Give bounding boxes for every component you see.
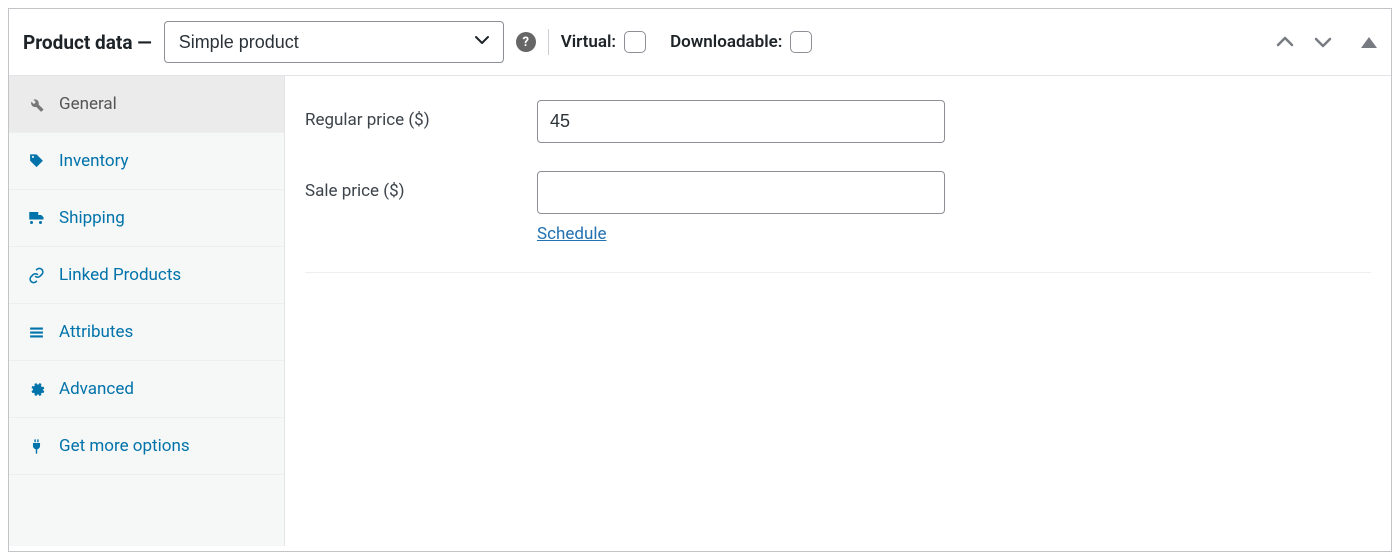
tab-label: Get more options — [59, 436, 190, 456]
tab-label: Linked Products — [59, 265, 181, 285]
regular-price-label: Regular price ($) — [305, 100, 537, 130]
tab-general[interactable]: General — [9, 76, 284, 133]
tab-label: General — [59, 94, 117, 114]
move-down-button[interactable] — [1309, 28, 1337, 56]
product-data-panel: Product data — Simple product ? Virtual:… — [8, 8, 1392, 552]
product-type-select[interactable]: Simple product — [164, 21, 504, 63]
sale-price-input[interactable] — [537, 171, 945, 214]
tab-attributes[interactable]: Attributes — [9, 304, 284, 361]
panel-title: Product data — — [23, 31, 152, 54]
tab-linked-products[interactable]: Linked Products — [9, 247, 284, 304]
tabs-sidebar: General Inventory Shipping Linked Produc… — [9, 76, 285, 546]
sale-price-row: Sale price ($) Schedule — [305, 171, 1371, 244]
tab-label: Attributes — [59, 322, 133, 342]
sale-price-label: Sale price ($) — [305, 171, 537, 201]
regular-price-row: Regular price ($) — [305, 100, 1371, 143]
virtual-group: Virtual: — [561, 31, 646, 53]
downloadable-checkbox[interactable] — [790, 31, 812, 53]
panel-body: General Inventory Shipping Linked Produc… — [9, 76, 1391, 546]
tab-content: Regular price ($) Sale price ($) Schedul… — [285, 76, 1391, 546]
tab-get-more-options[interactable]: Get more options — [9, 418, 284, 475]
wrench-icon — [27, 95, 45, 113]
tab-inventory[interactable]: Inventory — [9, 133, 284, 190]
plug-icon — [27, 437, 45, 455]
product-type-select-wrap: Simple product — [164, 21, 504, 63]
tab-shipping[interactable]: Shipping — [9, 190, 284, 247]
gear-icon — [27, 380, 45, 398]
downloadable-group: Downloadable: — [670, 31, 812, 53]
divider — [548, 29, 549, 55]
list-icon — [27, 323, 45, 341]
panel-header: Product data — Simple product ? Virtual:… — [9, 9, 1391, 76]
downloadable-label: Downloadable: — [670, 32, 782, 52]
tab-advanced[interactable]: Advanced — [9, 361, 284, 418]
tag-icon — [27, 152, 45, 170]
tab-label: Advanced — [59, 379, 134, 399]
link-icon — [27, 266, 45, 284]
panel-order-controls — [1271, 28, 1377, 56]
collapse-panel-button[interactable] — [1361, 37, 1377, 48]
help-icon[interactable]: ? — [516, 32, 536, 52]
virtual-checkbox[interactable] — [624, 31, 646, 53]
tab-label: Shipping — [59, 208, 125, 228]
move-up-button[interactable] — [1271, 28, 1299, 56]
schedule-link[interactable]: Schedule — [537, 224, 606, 244]
divider — [305, 272, 1371, 273]
regular-price-input[interactable] — [537, 100, 945, 143]
tab-label: Inventory — [59, 151, 129, 171]
virtual-label: Virtual: — [561, 32, 616, 52]
truck-icon — [27, 209, 45, 227]
